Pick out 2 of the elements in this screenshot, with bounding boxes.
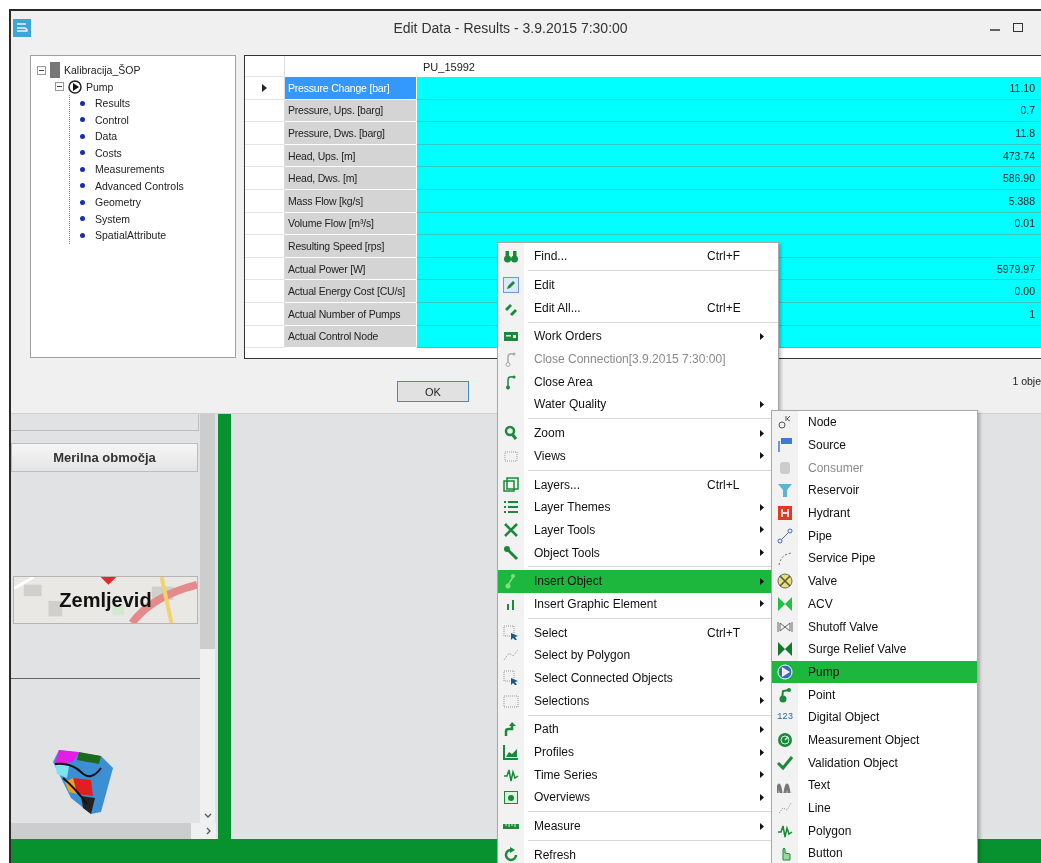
status-text: 1 obje [1012,374,1041,387]
window-title: Edit Data - Results - 3.9.2015 7:30:00 [392,20,629,36]
